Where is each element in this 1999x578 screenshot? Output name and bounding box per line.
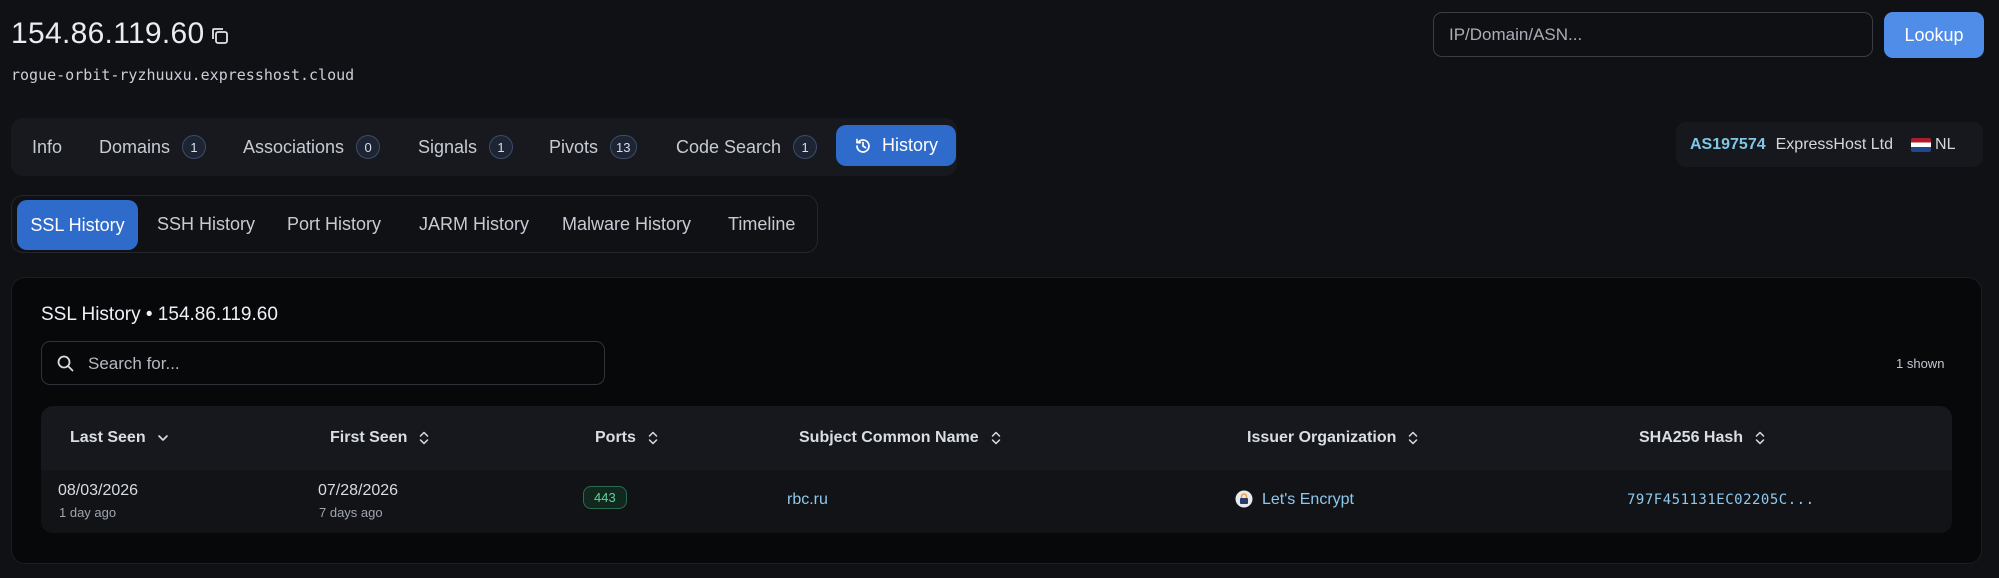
letsencrypt-logo-icon — [1235, 490, 1253, 508]
tab-label: Domains — [99, 136, 171, 157]
tab-associations[interactable]: Associations 0 — [243, 118, 381, 176]
subject-cn-link[interactable]: rbc.ru — [787, 491, 828, 509]
asn-country: NL — [1935, 135, 1956, 153]
subtab-ssl-history[interactable]: SSL History — [17, 200, 138, 250]
shown-count: 1 shown — [1896, 356, 1945, 371]
column-header-last-seen[interactable]: Last Seen — [70, 406, 170, 470]
sort-icon — [989, 430, 1003, 446]
subtab-port-history[interactable]: Port History — [287, 196, 381, 252]
column-label: Ports — [595, 429, 636, 446]
sort-icon — [417, 430, 431, 446]
column-label: Last Seen — [70, 429, 146, 446]
asn-number: AS197574 — [1690, 135, 1766, 153]
tab-code-search[interactable]: Code Search 1 — [676, 118, 818, 176]
column-label: Issuer Organization — [1247, 429, 1397, 446]
last-seen-relative: 1 day ago — [59, 505, 117, 520]
sort-icon — [1406, 430, 1420, 446]
count-badge: 13 — [610, 135, 637, 159]
subtab-timeline[interactable]: Timeline — [728, 196, 795, 252]
first-seen-relative: 7 days ago — [319, 505, 383, 520]
ip-address-title: 154.86.119.60 — [11, 17, 205, 50]
column-header-subject-common-name[interactable]: Subject Common Name — [799, 406, 1003, 470]
main-tab-bar: Info Domains 1 Associations 0 Signals 1 Piv… — [11, 118, 957, 176]
tab-label: Associations — [243, 136, 345, 157]
port-cell: 443 — [583, 486, 627, 509]
lookup-button[interactable]: Lookup — [1884, 12, 1984, 58]
count-badge: 1 — [793, 135, 818, 159]
subtab-malware-history[interactable]: Malware History — [562, 196, 691, 252]
column-label: Subject Common Name — [799, 429, 979, 446]
column-header-first-seen[interactable]: First Seen — [330, 406, 431, 470]
tab-label: Code Search — [676, 136, 782, 157]
port-badge[interactable]: 443 — [583, 486, 627, 509]
tab-domains[interactable]: Domains 1 — [99, 118, 207, 176]
subtab-jarm-history[interactable]: JARM History — [419, 196, 529, 252]
chevron-down-icon — [156, 431, 170, 445]
hostname-label: rogue-orbit-ryzhuuxu.expresshost.cloud — [11, 66, 355, 84]
column-header-sha256-hash[interactable]: SHA256 Hash — [1639, 406, 1767, 470]
asn-org: ExpressHost Ltd — [1775, 135, 1894, 153]
tab-label: Signals — [418, 136, 478, 157]
asn-chip[interactable]: AS197574 ExpressHost Ltd NL — [1676, 122, 1983, 167]
count-badge: 1 — [489, 135, 514, 159]
column-header-ports[interactable]: Ports — [595, 406, 660, 470]
table-row[interactable]: 08/03/2026 1 day ago 07/28/2026 7 days a… — [41, 470, 1952, 533]
issuer-org-link[interactable]: Let's Encrypt — [1262, 491, 1354, 509]
lookup-search-input[interactable] — [1433, 12, 1873, 57]
tab-label: Info — [32, 136, 63, 157]
tab-label: Pivots — [549, 136, 599, 157]
search-icon — [57, 355, 74, 372]
first-seen-date: 07/28/2026 — [318, 482, 399, 499]
last-seen-date: 08/03/2026 — [58, 482, 139, 499]
copy-icon[interactable] — [210, 26, 230, 46]
netherlands-flag-icon — [1911, 137, 1932, 152]
tab-label: History — [881, 135, 938, 155]
tab-history[interactable]: History — [836, 125, 956, 166]
panel-title: SSL History • 154.86.119.60 — [41, 304, 278, 325]
count-badge: 0 — [356, 135, 381, 159]
sort-icon — [1753, 430, 1767, 446]
table-search-input[interactable] — [86, 342, 590, 386]
table-search-box[interactable] — [41, 341, 605, 386]
ssl-history-table: Last Seen First Seen Ports Subject Commo… — [41, 406, 1952, 533]
count-badge: 1 — [182, 135, 207, 159]
column-header-issuer-organization[interactable]: Issuer Organization — [1247, 406, 1420, 470]
sort-icon — [646, 430, 660, 446]
column-label: SHA256 Hash — [1639, 429, 1744, 446]
history-subtab-bar: SSL History SSH History Port History JAR… — [11, 195, 818, 253]
column-label: First Seen — [330, 429, 408, 446]
tab-signals[interactable]: Signals 1 — [418, 118, 514, 176]
tab-pivots[interactable]: Pivots 13 — [549, 118, 637, 176]
subtab-ssh-history[interactable]: SSH History — [157, 196, 255, 252]
tab-info[interactable]: Info — [32, 118, 62, 176]
sha256-hash-link[interactable]: 797F451131EC02205C... — [1627, 492, 1815, 508]
history-icon — [854, 137, 872, 155]
